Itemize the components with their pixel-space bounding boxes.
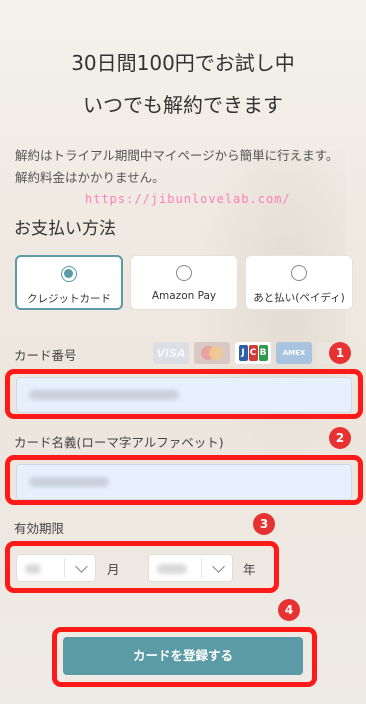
payment-option-label: クレジットカード [27,293,111,305]
visa-icon: VISA [153,342,189,364]
payment-option-credit-card[interactable]: クレジットカード [15,255,123,310]
expiry-label: 有効期限 [14,521,65,536]
annotation-badge-1: 1 [329,342,351,364]
payment-option-label: Amazon Pay [151,290,217,302]
amex-icon: AMEX [276,342,312,364]
annotation-badge-3: 3 [253,513,275,535]
annotation-badge-2: 2 [329,427,351,449]
highlight-box-2 [5,455,363,505]
annotation-badge-4: 4 [278,599,300,621]
mastercard-icon [194,342,230,364]
payment-option-amazon-pay[interactable]: Amazon Pay [130,255,238,310]
watermark: https://jibunlovelab.com/ [85,192,291,206]
payment-option-paidy[interactable]: あと払い(ペイディ) [245,255,353,310]
card-number-label: カード番号 [14,348,77,363]
radio-icon[interactable] [291,265,307,281]
payment-option-label: あと払い(ペイディ) [253,292,345,304]
highlight-box-1 [5,369,363,419]
payment-method-heading: お支払い方法 [14,219,116,239]
card-name-label: カード名義(ローマ字アルファベット) [14,435,224,450]
cancel-info-line1: 解約はトライアル期間中マイページから簡単に行えます。 [15,148,339,163]
radio-icon[interactable] [176,265,192,281]
card-brand-icons: VISA J C B AMEX [153,342,337,364]
radio-selected-icon[interactable] [61,266,77,282]
page-title-line2: いつでも解約できます [83,93,283,117]
highlight-box-3 [5,541,279,593]
highlight-box-4 [52,627,317,687]
page-title-line1: 30日間100円でお試し中 [71,51,295,75]
jcb-icon: J C B [235,342,271,364]
cancel-info-line2: 解約料金はかかりません。 [15,170,165,185]
